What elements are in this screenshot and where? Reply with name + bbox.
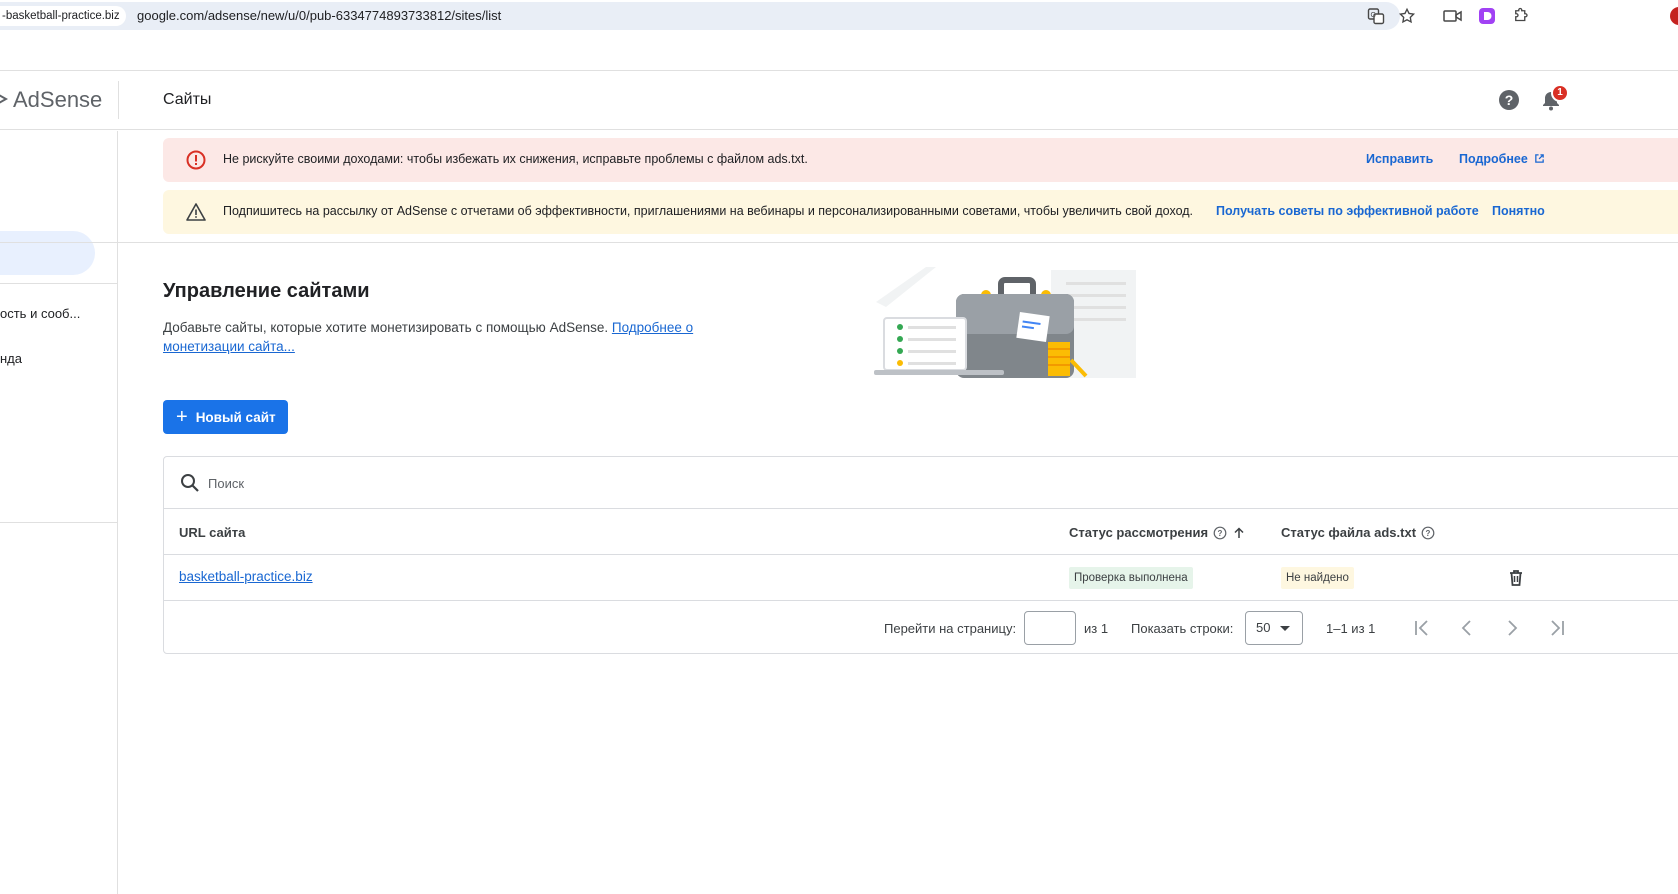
help-icon[interactable]: ? bbox=[1498, 89, 1520, 111]
pagination: Перейти на страницу: из 1 Показать строк… bbox=[164, 602, 1678, 654]
rows-per-page-label: Показать строки: bbox=[1131, 621, 1234, 636]
error-banner-text: Не рискуйте своими доходами: чтобы избеж… bbox=[223, 152, 808, 166]
url-text[interactable]: google.com/adsense/new/u/0/pub-633477489… bbox=[137, 8, 501, 23]
translate-icon[interactable]: G bbox=[1365, 5, 1387, 27]
address-bar[interactable]: -basketball-practice.biz google.com/adse… bbox=[0, 2, 1400, 30]
sidebar-item-brand[interactable]: нда bbox=[0, 351, 22, 366]
newsletter-banner-text: Подпишитесь на рассылку от AdSense с отч… bbox=[223, 204, 1194, 218]
table-row: basketball-practice.biz Проверка выполне… bbox=[164, 556, 1678, 601]
ads-txt-error-banner: Не рискуйте своими доходами: чтобы избеж… bbox=[163, 138, 1678, 182]
banner-divider bbox=[0, 242, 1678, 243]
extension-purple-icon[interactable] bbox=[1476, 5, 1498, 27]
header-divider bbox=[118, 81, 119, 119]
first-page-icon[interactable] bbox=[1411, 616, 1433, 640]
goto-page-label: Перейти на страницу: bbox=[884, 621, 1017, 636]
column-header-review-label: Статус рассмотрения bbox=[1069, 525, 1209, 540]
column-header-ads-txt-label: Статус файла ads.txt bbox=[1281, 525, 1417, 540]
learn-more-link[interactable]: Подробнее bbox=[1459, 152, 1545, 166]
plus-icon: + bbox=[176, 406, 188, 428]
page-number-input[interactable] bbox=[1024, 611, 1076, 645]
adsense-logo-icon bbox=[0, 94, 8, 104]
section-description: Добавьте сайты, которые хотите монетизир… bbox=[163, 318, 723, 356]
sort-arrow-up-icon[interactable] bbox=[1232, 526, 1246, 540]
error-icon bbox=[186, 150, 206, 170]
rows-per-page-select[interactable]: 50 bbox=[1245, 611, 1303, 645]
search-icon bbox=[181, 474, 199, 492]
get-tips-button[interactable]: Получать советы по эффективной работе bbox=[1216, 204, 1479, 218]
sites-table: URL сайта Статус рассмотрения ? Статус ф… bbox=[163, 456, 1678, 654]
next-page-icon[interactable] bbox=[1501, 616, 1523, 640]
learn-more-label: Подробнее bbox=[1459, 152, 1528, 166]
page-total-label: из 1 bbox=[1084, 621, 1109, 636]
newsletter-banner: Подпишитесь на рассылку от AdSense с отч… bbox=[163, 190, 1678, 234]
bookmark-star-icon[interactable] bbox=[1396, 5, 1418, 27]
search-bar bbox=[164, 457, 1678, 509]
sidebar-divider bbox=[0, 283, 117, 284]
browser-toolbar: -basketball-practice.biz google.com/adse… bbox=[0, 0, 1678, 32]
ads-txt-status-badge: Не найдено bbox=[1281, 567, 1354, 589]
description-text: Добавьте сайты, которые хотите монетизир… bbox=[163, 320, 609, 335]
search-input[interactable] bbox=[208, 473, 608, 493]
chevron-down-icon bbox=[1280, 626, 1290, 631]
column-header-ads-txt-status[interactable]: Статус файла ads.txt ? bbox=[1281, 525, 1435, 540]
prev-page-icon[interactable] bbox=[1456, 616, 1478, 640]
section-title: Управление сайтами bbox=[163, 280, 370, 302]
profile-avatar[interactable] bbox=[1670, 7, 1678, 25]
table-header-row: URL сайта Статус рассмотрения ? Статус ф… bbox=[164, 510, 1678, 555]
svg-text:?: ? bbox=[1426, 529, 1431, 538]
help-circle-icon[interactable]: ? bbox=[1213, 526, 1227, 540]
page-range-label: 1–1 из 1 bbox=[1326, 621, 1376, 636]
sidebar-item-privacy[interactable]: ость и сооб... bbox=[0, 306, 80, 321]
svg-text:G: G bbox=[1371, 12, 1376, 19]
page-title: Сайты bbox=[163, 91, 212, 108]
column-header-url-label: URL сайта bbox=[179, 525, 246, 540]
svg-text:?: ? bbox=[1218, 529, 1223, 538]
fix-button[interactable]: Исправить bbox=[1366, 152, 1433, 166]
site-chip[interactable]: -basketball-practice.biz bbox=[0, 6, 126, 26]
new-site-button[interactable]: + Новый сайт bbox=[163, 400, 288, 434]
sidebar: ость и сооб... нда bbox=[0, 131, 118, 894]
svg-text:?: ? bbox=[1505, 92, 1514, 108]
last-page-icon[interactable] bbox=[1546, 616, 1568, 640]
sidebar-divider bbox=[0, 522, 117, 523]
delete-trash-icon[interactable] bbox=[1506, 568, 1526, 588]
camera-icon[interactable] bbox=[1442, 5, 1464, 27]
review-status-badge: Проверка выполнена bbox=[1069, 567, 1193, 589]
briefcase-illustration bbox=[874, 267, 1136, 378]
external-link-icon bbox=[1535, 154, 1545, 163]
sidebar-item-sites-active[interactable] bbox=[0, 231, 95, 275]
help-circle-icon[interactable]: ? bbox=[1421, 526, 1435, 540]
extensions-puzzle-icon[interactable] bbox=[1510, 5, 1532, 27]
notification-badge: 1 bbox=[1551, 84, 1569, 102]
adsense-logo[interactable]: AdSense bbox=[13, 87, 102, 113]
warning-icon bbox=[186, 203, 206, 221]
dismiss-button[interactable]: Понятно bbox=[1492, 204, 1545, 218]
new-site-label: Новый сайт bbox=[195, 409, 276, 425]
column-header-review-status[interactable]: Статус рассмотрения ? bbox=[1069, 525, 1246, 540]
site-url-link[interactable]: basketball-practice.biz bbox=[179, 569, 313, 584]
column-header-url[interactable]: URL сайта bbox=[179, 525, 245, 540]
app-header: AdSense Сайты ? 1 bbox=[0, 70, 1678, 130]
rows-per-page-value: 50 bbox=[1256, 620, 1271, 635]
